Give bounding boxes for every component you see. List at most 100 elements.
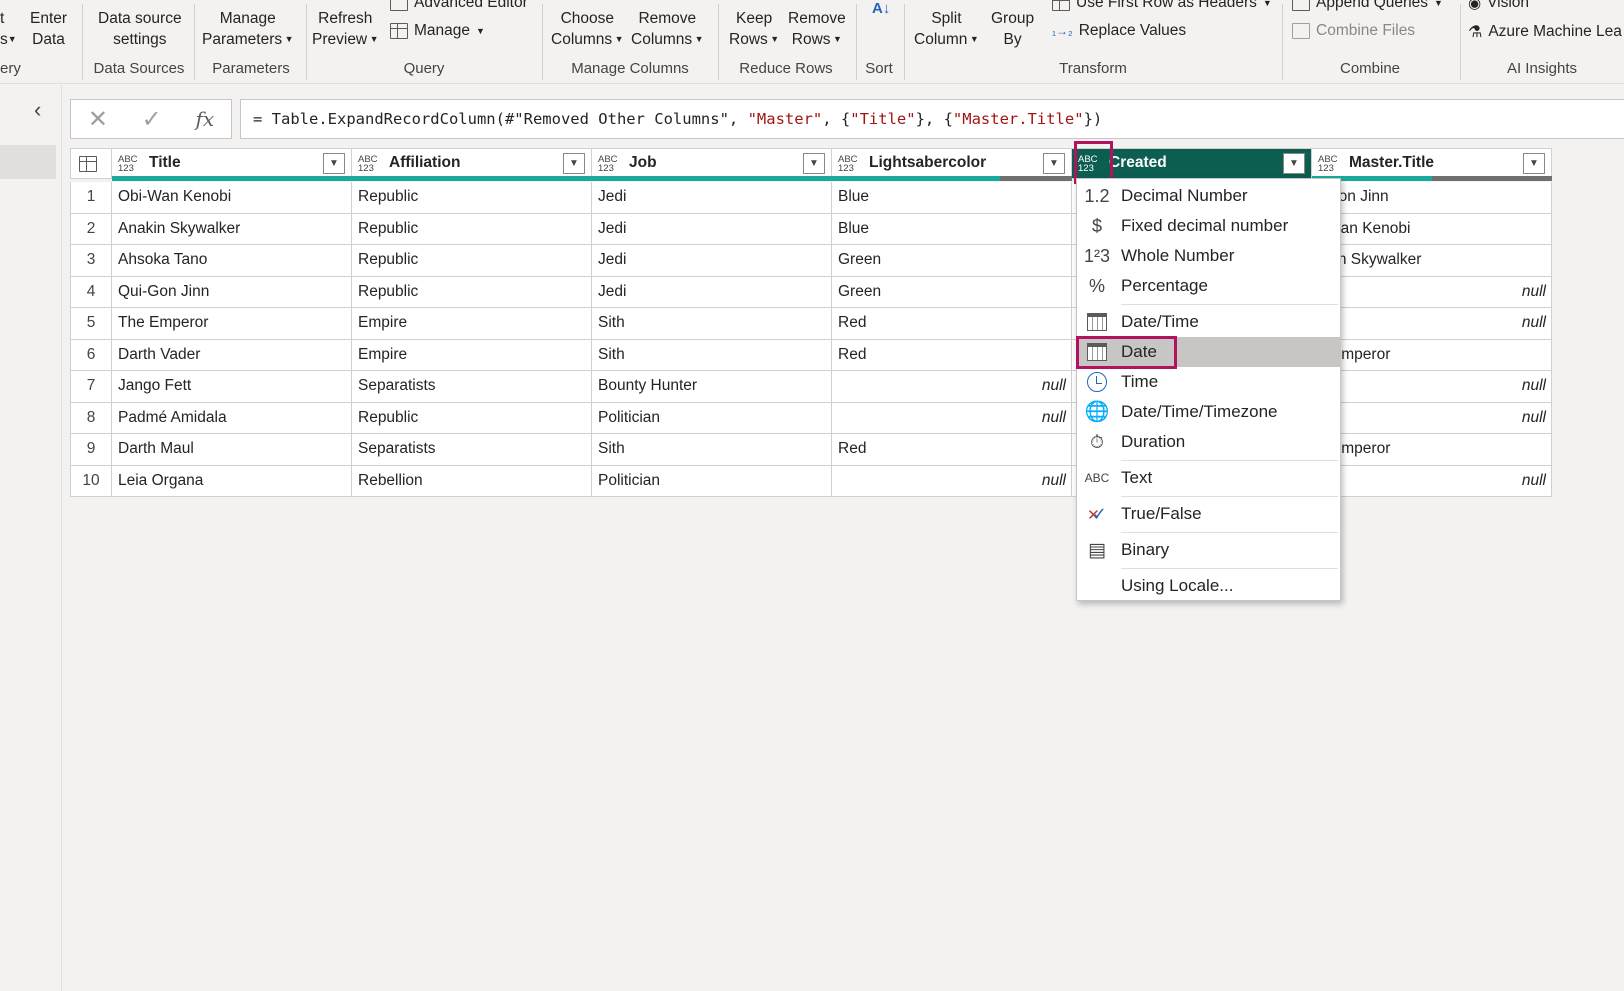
table-cell-title[interactable]: Leia Organa [112, 465, 352, 497]
menu-item-true-false[interactable]: ✕✓ True/False [1077, 499, 1340, 529]
table-cell-affiliation[interactable]: Rebellion [352, 465, 592, 497]
row-number[interactable]: 5 [70, 308, 112, 340]
row-number[interactable]: 7 [70, 371, 112, 403]
cancel-formula-icon[interactable]: ✕ [88, 105, 108, 134]
ribbon-fragment-button[interactable]: t s▼ [0, 8, 17, 50]
table-cell-master[interactable]: null [1312, 308, 1552, 340]
selected-query-item[interactable] [0, 145, 56, 179]
column-header-affiliation[interactable]: ABC 123 Affiliation ▼ [352, 148, 592, 181]
table-cell-title[interactable]: Anakin Skywalker [112, 213, 352, 245]
row-number[interactable]: 9 [70, 434, 112, 466]
row-number[interactable]: 1 [70, 182, 112, 214]
menu-item-decimal-number[interactable]: 1.2 Decimal Number [1077, 181, 1340, 211]
vision-button[interactable]: ◉ Vision [1468, 0, 1529, 12]
menu-item-date-time[interactable]: Date/Time [1077, 307, 1340, 337]
table-cell-color[interactable]: null [832, 371, 1072, 403]
table-cell-title[interactable]: Qui-Gon Jinn [112, 276, 352, 308]
column-type-icon[interactable]: ABC 123 [598, 155, 618, 174]
table-cell-affiliation[interactable]: Separatists [352, 434, 592, 466]
menu-item-time[interactable]: Time [1077, 367, 1340, 397]
data-source-settings-button[interactable]: Data source settings [98, 8, 182, 50]
table-cell-title[interactable]: Padmé Amidala [112, 402, 352, 434]
group-by-button[interactable]: Group By [991, 8, 1034, 50]
table-cell-job[interactable]: Sith [592, 339, 832, 371]
table-cell-title[interactable]: Ahsoka Tano [112, 245, 352, 277]
table-cell-color[interactable]: Green [832, 245, 1072, 277]
table-cell-title[interactable]: Darth Vader [112, 339, 352, 371]
table-cell-color[interactable]: Blue [832, 182, 1072, 214]
column-type-icon[interactable]: ABC 123 [1318, 155, 1338, 174]
row-number[interactable]: 2 [70, 213, 112, 245]
table-cell-job[interactable]: Bounty Hunter [592, 371, 832, 403]
menu-item-whole-number[interactable]: 1²3 Whole Number [1077, 241, 1340, 271]
column-header-title[interactable]: ABC 123 Title ▼ [112, 148, 352, 181]
append-queries-button[interactable]: Append Queries ▼ [1292, 0, 1443, 12]
table-cell-title[interactable]: Jango Fett [112, 371, 352, 403]
collapse-pane-chevron-icon[interactable]: ‹ [34, 97, 41, 123]
table-cell-affiliation[interactable]: Empire [352, 308, 592, 340]
menu-item-text[interactable]: ABC Text [1077, 463, 1340, 493]
table-cell-title[interactable]: Darth Maul [112, 434, 352, 466]
azure-machine-learning-button[interactable]: ⚗ Azure Machine Lea [1468, 22, 1622, 42]
use-first-row-as-headers-button[interactable]: Use First Row as Headers ▼ [1052, 0, 1272, 12]
menu-item-fixed-decimal-number[interactable]: $ Fixed decimal number [1077, 211, 1340, 241]
column-filter-dropdown-icon[interactable]: ▼ [323, 153, 345, 174]
column-header-job[interactable]: ABC 123 Job ▼ [592, 148, 832, 181]
table-cell-affiliation[interactable]: Empire [352, 339, 592, 371]
table-cell-master[interactable]: e Emperor [1312, 339, 1552, 371]
table-cell-master[interactable]: akin Skywalker [1312, 245, 1552, 277]
column-filter-dropdown-icon[interactable]: ▼ [563, 153, 585, 174]
table-cell-job[interactable]: Sith [592, 308, 832, 340]
table-cell-affiliation[interactable]: Separatists [352, 371, 592, 403]
table-cell-job[interactable]: Politician [592, 465, 832, 497]
row-number[interactable]: 8 [70, 402, 112, 434]
table-cell-master[interactable]: null [1312, 465, 1552, 497]
table-cell-title[interactable]: Obi-Wan Kenobi [112, 182, 352, 214]
table-cell-color[interactable]: null [832, 465, 1072, 497]
table-cell-color[interactable]: null [832, 402, 1072, 434]
column-header-master[interactable]: ABC 123 Master.Title ▼ [1312, 148, 1552, 181]
table-cell-job[interactable]: Politician [592, 402, 832, 434]
table-cell-affiliation[interactable]: Republic [352, 402, 592, 434]
formula-input[interactable]: = Table.ExpandRecordColumn(#"Removed Oth… [240, 99, 1624, 139]
table-cell-job[interactable]: Jedi [592, 276, 832, 308]
sort-ascending-icon[interactable]: A↓ [872, 0, 890, 17]
combine-files-button[interactable]: Combine Files [1292, 22, 1415, 40]
table-cell-master[interactable]: null [1312, 371, 1552, 403]
table-cell-title[interactable]: The Emperor [112, 308, 352, 340]
column-filter-dropdown-icon[interactable]: ▼ [1523, 153, 1545, 174]
row-number[interactable]: 3 [70, 245, 112, 277]
table-cell-color[interactable]: Blue [832, 213, 1072, 245]
advanced-editor-button[interactable]: Advanced Editor [390, 0, 528, 12]
replace-values-button[interactable]: ₁→₂ Replace Values [1052, 22, 1186, 40]
table-cell-affiliation[interactable]: Republic [352, 245, 592, 277]
menu-item-duration[interactable]: ⏱ Duration [1077, 427, 1340, 457]
menu-item-date-time-timezone[interactable]: 🌐 Date/Time/Timezone [1077, 397, 1340, 427]
column-filter-dropdown-icon[interactable]: ▼ [803, 153, 825, 174]
fx-icon[interactable]: fx [195, 107, 214, 131]
row-number[interactable]: 4 [70, 276, 112, 308]
table-cell-job[interactable]: Sith [592, 434, 832, 466]
enter-data-button[interactable]: Enter Data [30, 8, 67, 50]
remove-rows-button[interactable]: Remove Rows ▼ [788, 8, 846, 50]
remove-columns-button[interactable]: Remove Columns ▼ [631, 8, 704, 50]
table-cell-master[interactable]: i-Wan Kenobi [1312, 213, 1552, 245]
table-cell-color[interactable]: Red [832, 339, 1072, 371]
manage-parameters-button[interactable]: Manage Parameters ▼ [202, 8, 294, 50]
menu-item-binary[interactable]: ▤ Binary [1077, 535, 1340, 565]
column-filter-dropdown-icon[interactable]: ▼ [1283, 153, 1305, 174]
row-number[interactable]: 10 [70, 465, 112, 497]
keep-rows-button[interactable]: Keep Rows ▼ [729, 8, 779, 50]
table-cell-affiliation[interactable]: Republic [352, 182, 592, 214]
column-header-color[interactable]: ABC 123 Lightsabercolor ▼ [832, 148, 1072, 181]
column-type-icon[interactable]: ABC 123 [838, 155, 858, 174]
menu-item-percentage[interactable]: % Percentage [1077, 271, 1340, 301]
choose-columns-button[interactable]: Choose Columns ▼ [551, 8, 624, 50]
split-column-button[interactable]: Split Column ▼ [914, 8, 979, 50]
manage-button[interactable]: Manage ▼ [390, 22, 485, 40]
table-cell-color[interactable]: Red [832, 434, 1072, 466]
table-cell-color[interactable]: Green [832, 276, 1072, 308]
column-type-icon[interactable]: ABC 123 [118, 155, 138, 174]
table-cell-master[interactable]: null [1312, 276, 1552, 308]
table-cell-affiliation[interactable]: Republic [352, 213, 592, 245]
